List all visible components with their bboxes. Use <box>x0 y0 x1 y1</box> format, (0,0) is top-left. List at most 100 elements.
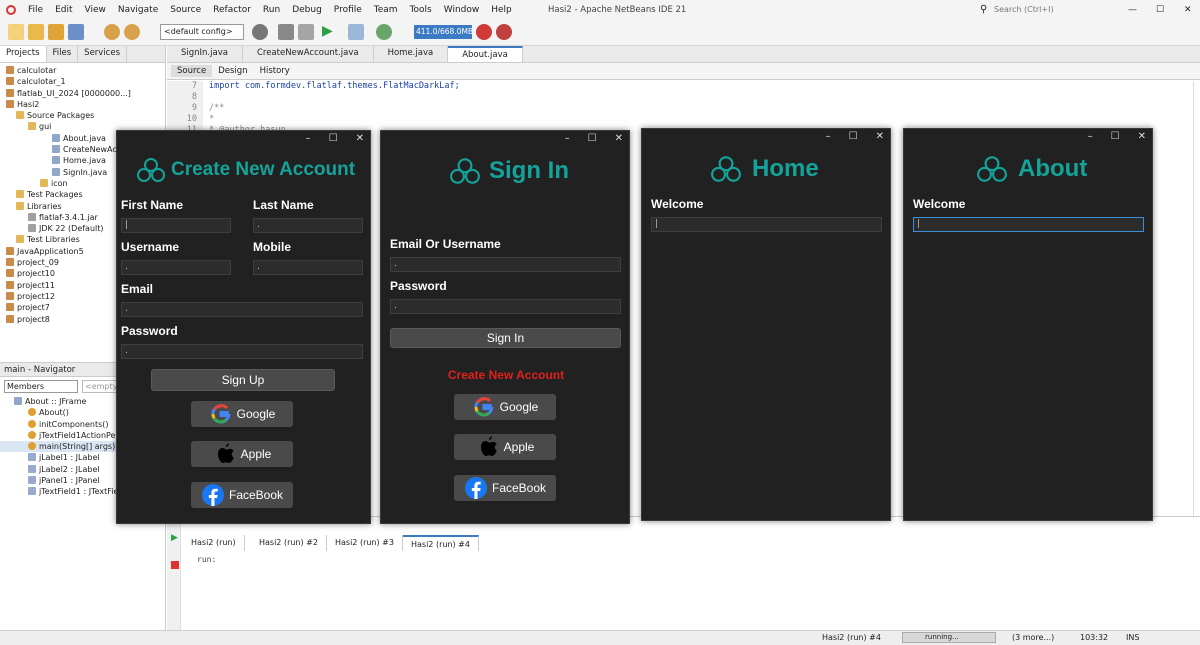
subtab-design[interactable]: Design <box>212 65 253 77</box>
menu-profile[interactable]: Profile <box>328 5 368 15</box>
signup-button[interactable]: Sign Up <box>151 369 335 391</box>
toolbar: <default config> ▶ 411.0/668.0MB <box>0 19 1200 46</box>
facebook-button[interactable]: FaceBook <box>191 482 293 508</box>
code-line: 8 <box>191 92 197 102</box>
mobile-field[interactable]: . <box>253 260 363 275</box>
globe-icon[interactable] <box>252 24 268 40</box>
close-icon[interactable]: ✕ <box>1138 131 1146 142</box>
signin-button[interactable]: Sign In <box>390 328 621 348</box>
google-button[interactable]: Google <box>454 394 556 420</box>
undo-icon[interactable] <box>104 24 120 40</box>
tab-about-java[interactable]: About.java <box>448 46 523 62</box>
menu-edit[interactable]: Edit <box>49 5 78 15</box>
minimize-icon[interactable]: – <box>565 133 570 144</box>
tree-item[interactable]: Source Packages <box>0 110 165 121</box>
menu-run[interactable]: Run <box>257 5 286 15</box>
output-tab-run1[interactable]: Hasi2 (run) <box>183 535 245 551</box>
tree-item[interactable]: Hasi2 <box>0 99 165 110</box>
profiler-snapshot-icon[interactable] <box>496 24 512 40</box>
first-name-field[interactable]: | <box>121 218 231 233</box>
profile-icon[interactable] <box>376 24 392 40</box>
create-account-link[interactable]: Create New Account <box>381 368 631 382</box>
facebook-button[interactable]: FaceBook <box>454 475 556 501</box>
subtab-source[interactable]: Source <box>171 65 213 77</box>
username-field[interactable]: . <box>121 260 231 275</box>
new-file-icon[interactable] <box>8 24 24 40</box>
password-field[interactable]: . <box>121 344 363 359</box>
gc-icon[interactable] <box>476 24 492 40</box>
clean-build-icon[interactable] <box>298 24 314 40</box>
rerun-icon[interactable]: ▶ <box>171 533 178 543</box>
home-window: – ☐ ✕ Home Welcome | <box>641 128 891 521</box>
welcome-field[interactable]: | <box>913 217 1144 232</box>
save-all-icon[interactable] <box>68 24 84 40</box>
tab-signin-java[interactable]: SignIn.java <box>167 46 243 62</box>
tab-services[interactable]: Services <box>78 46 128 62</box>
maximize-icon[interactable]: ☐ <box>849 131 858 142</box>
menu-tools[interactable]: Tools <box>404 5 438 15</box>
menu-window[interactable]: Window <box>438 5 486 15</box>
home-title: Home <box>708 153 819 185</box>
status-run-label[interactable]: Hasi2 (run) #4 <box>822 633 881 642</box>
status-more[interactable]: (3 more...) <box>1012 633 1054 642</box>
maximize-icon[interactable]: ☐ <box>329 133 338 144</box>
menu-help[interactable]: Help <box>485 5 518 15</box>
build-icon[interactable] <box>278 24 294 40</box>
welcome-field[interactable]: | <box>651 217 882 232</box>
close-icon[interactable]: ✕ <box>356 133 364 144</box>
search-icon: ⚲ <box>980 4 988 15</box>
minimize-icon[interactable]: – <box>306 133 311 144</box>
tab-createnewaccount-java[interactable]: CreateNewAccount.java <box>243 46 374 62</box>
close-icon[interactable]: ✕ <box>1184 5 1192 15</box>
run-icon[interactable]: ▶ <box>322 23 333 39</box>
email-username-field[interactable]: . <box>390 257 621 272</box>
search-input[interactable]: Search (Ctrl+I) <box>994 5 1104 14</box>
menu-refactor[interactable]: Refactor <box>207 5 257 15</box>
email-field[interactable]: . <box>121 302 363 317</box>
last-name-field[interactable]: . <box>253 218 363 233</box>
open-project-icon[interactable] <box>48 24 64 40</box>
new-project-icon[interactable] <box>28 24 44 40</box>
maximize-icon[interactable]: ☐ <box>1156 5 1164 15</box>
output-tab-run4[interactable]: Hasi2 (run) #4 <box>403 535 479 551</box>
output-tab-run2[interactable]: Hasi2 (run) #2 <box>251 535 327 551</box>
minimize-icon[interactable]: – <box>826 131 831 142</box>
output-text: run: <box>197 555 217 564</box>
close-icon[interactable]: ✕ <box>615 133 623 144</box>
menu-navigate[interactable]: Navigate <box>112 5 164 15</box>
stop-icon[interactable] <box>171 561 179 569</box>
minimize-icon[interactable]: — <box>1128 5 1137 15</box>
menu-source[interactable]: Source <box>164 5 207 15</box>
apple-icon <box>213 442 237 466</box>
menu-debug[interactable]: Debug <box>286 5 328 15</box>
welcome-label: Welcome <box>913 197 966 211</box>
tab-projects[interactable]: Projects <box>0 46 47 62</box>
username-label: Username <box>121 240 180 254</box>
menu-view[interactable]: View <box>79 5 112 15</box>
debug-icon[interactable] <box>348 24 364 40</box>
status-progress: running... <box>902 632 996 643</box>
tree-item[interactable]: calculotar <box>0 65 165 76</box>
password-field[interactable]: . <box>390 299 621 314</box>
tree-item[interactable]: calculotar_1 <box>0 76 165 87</box>
members-select[interactable]: Members <box>4 380 78 393</box>
email-label: Email <box>121 282 154 296</box>
google-button[interactable]: Google <box>191 401 293 427</box>
tab-files[interactable]: Files <box>47 46 79 62</box>
memory-indicator[interactable]: 411.0/668.0MB <box>414 25 473 39</box>
maximize-icon[interactable]: ☐ <box>588 133 597 144</box>
redo-icon[interactable] <box>124 24 140 40</box>
subtab-history[interactable]: History <box>254 65 296 77</box>
apple-button[interactable]: Apple <box>191 441 293 467</box>
maximize-icon[interactable]: ☐ <box>1111 131 1120 142</box>
config-select[interactable]: <default config> <box>160 24 244 40</box>
menu-team[interactable]: Team <box>368 5 404 15</box>
minimize-icon[interactable]: – <box>1088 131 1093 142</box>
tab-home-java[interactable]: Home.java <box>374 46 449 62</box>
output-tab-run3[interactable]: Hasi2 (run) #3 <box>327 535 403 551</box>
apple-button[interactable]: Apple <box>454 434 556 460</box>
output-panel: ▶ Hasi2 (run) Hasi2 (run) #2 Hasi2 (run)… <box>167 516 1200 631</box>
tree-item[interactable]: flatlab_UI_2024 [0000000...] <box>0 88 165 99</box>
menu-file[interactable]: File <box>22 5 49 15</box>
close-icon[interactable]: ✕ <box>876 131 884 142</box>
